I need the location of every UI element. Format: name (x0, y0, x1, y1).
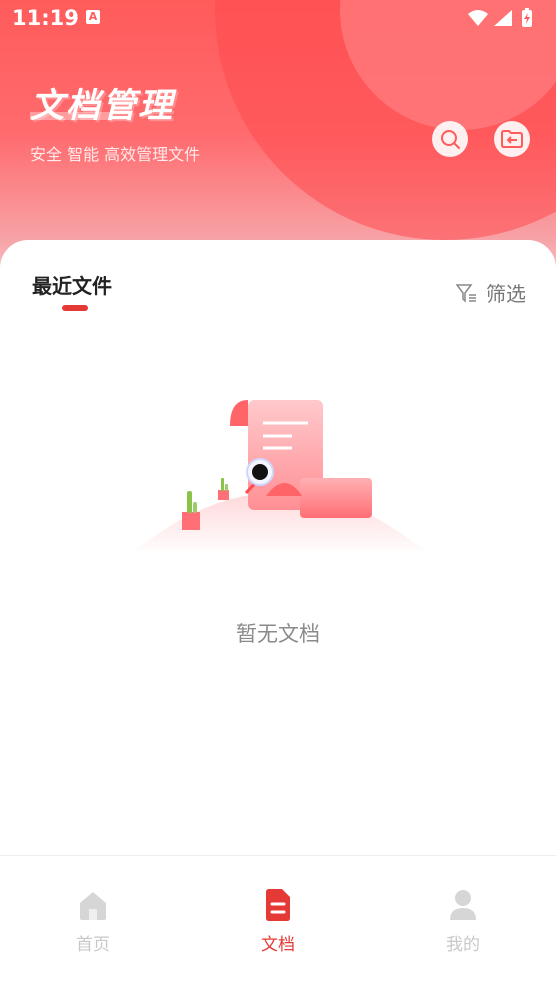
search-button[interactable] (432, 121, 468, 157)
folder-import-icon (501, 130, 523, 148)
tab-label: 我的 (446, 935, 480, 955)
page-subtitle: 安全 智能 高效管理文件 (30, 145, 201, 164)
status-bar: 11:19 A (0, 0, 556, 38)
filter-icon (456, 283, 476, 303)
status-time: 11:19 (12, 6, 79, 30)
import-folder-button[interactable] (494, 121, 530, 157)
tab-label: 首页 (76, 935, 110, 955)
section-title-recent-files: 最近文件 (32, 274, 112, 298)
recent-files-card: 最近文件 筛选 暂无文档 (0, 240, 556, 855)
person-icon (450, 890, 476, 920)
section-title-indicator (62, 305, 88, 311)
filter-label: 筛选 (486, 282, 526, 306)
home-icon (80, 892, 106, 920)
bottom-tab-bar: 首页 文档 我的 (0, 855, 556, 984)
status-icons (466, 8, 546, 34)
wifi-signal-battery-icon (468, 8, 532, 27)
tab-label: 文档 (261, 935, 295, 955)
tab-home[interactable]: 首页 (43, 888, 143, 955)
tab-documents[interactable]: 文档 (228, 888, 328, 955)
empty-state-illustration (130, 400, 430, 555)
search-icon (441, 130, 460, 149)
empty-state-text: 暂无文档 (236, 622, 320, 646)
page-title: 文档管理 (30, 86, 174, 126)
document-icon (266, 889, 290, 921)
notification-icon: A (86, 10, 100, 24)
filter-button[interactable]: 筛选 (456, 278, 526, 307)
tab-mine[interactable]: 我的 (413, 888, 513, 955)
